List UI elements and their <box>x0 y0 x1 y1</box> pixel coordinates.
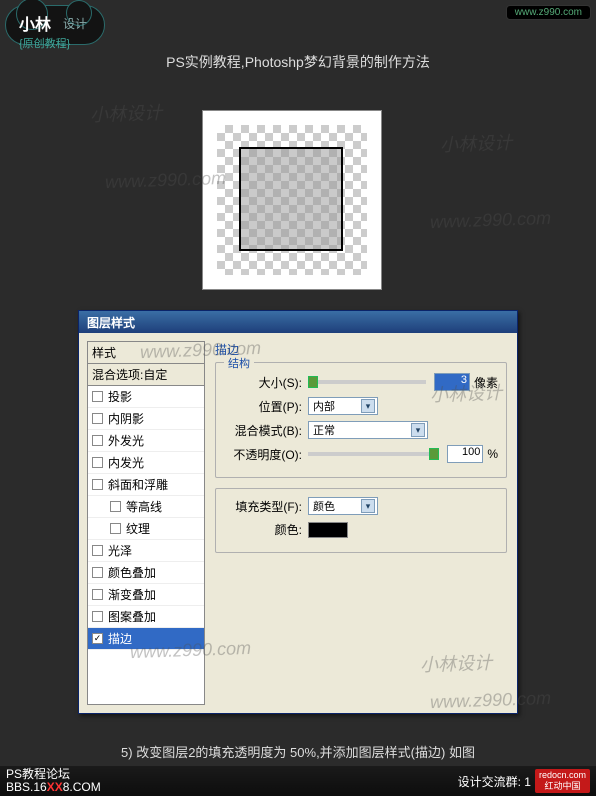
checkbox[interactable] <box>110 523 121 534</box>
blend-mode-label: 混合模式(B): <box>224 422 302 439</box>
style-row-渐变叠加[interactable]: 渐变叠加 <box>88 584 204 606</box>
position-label: 位置(P): <box>224 398 302 415</box>
site-url-badge[interactable]: www.z990.com <box>506 5 591 20</box>
style-row-颜色叠加[interactable]: 颜色叠加 <box>88 562 204 584</box>
chevron-down-icon[interactable]: ▾ <box>411 423 425 437</box>
dialog-titlebar[interactable]: 图层样式 <box>79 311 517 333</box>
style-label: 等高线 <box>126 498 162 515</box>
checkbox[interactable] <box>92 611 103 622</box>
style-label: 描边 <box>108 630 132 647</box>
stroke-settings: 描边 结构 大小(S): 3 像素 位置(P): 内部 ▾ 混合模 <box>205 333 517 713</box>
transparency-grid <box>217 125 367 275</box>
stroke-section-label: 描边 <box>215 341 507 358</box>
footer-bbs-url: BBS.16XX8.COM <box>6 781 101 794</box>
site-logo: 小林 设计 {原创教程} <box>5 5 125 55</box>
fill-type-label: 填充类型(F): <box>224 498 302 515</box>
style-label: 渐变叠加 <box>108 586 156 603</box>
checkbox[interactable] <box>92 545 103 556</box>
style-label: 投影 <box>108 388 132 405</box>
style-label: 图案叠加 <box>108 608 156 625</box>
checkbox[interactable] <box>110 501 121 512</box>
size-label: 大小(S): <box>224 374 302 391</box>
slider-thumb-icon[interactable] <box>429 448 439 460</box>
opacity-slider[interactable] <box>308 452 439 456</box>
checkbox[interactable] <box>92 435 103 446</box>
style-row-内阴影[interactable]: 内阴影 <box>88 408 204 430</box>
styles-header[interactable]: 样式 <box>88 342 204 364</box>
logo-sub: 设计 <box>63 15 87 32</box>
checkbox[interactable] <box>92 413 103 424</box>
style-row-描边[interactable]: ✓ 描边 <box>88 628 204 650</box>
checkbox[interactable] <box>92 567 103 578</box>
style-label: 斜面和浮雕 <box>108 476 168 493</box>
style-label: 内阴影 <box>108 410 144 427</box>
position-select[interactable]: 内部 ▾ <box>308 397 378 415</box>
checkbox[interactable]: ✓ <box>92 633 103 644</box>
styles-list: 样式 混合选项:自定 投影内阴影外发光内发光斜面和浮雕等高线纹理光泽颜色叠加渐变… <box>87 341 205 705</box>
structure-group: 结构 大小(S): 3 像素 位置(P): 内部 ▾ 混合模式(B): <box>215 362 507 478</box>
size-input[interactable]: 3 <box>434 373 470 391</box>
canvas-preview <box>202 110 382 290</box>
size-slider[interactable] <box>308 380 426 384</box>
footer-group: 设计交流群: 1 <box>458 773 531 790</box>
checkbox[interactable] <box>92 457 103 468</box>
blend-mode-select[interactable]: 正常 ▾ <box>308 421 428 439</box>
fill-group: 填充类型(F): 颜色 ▾ 颜色: <box>215 488 507 553</box>
checkbox[interactable] <box>92 589 103 600</box>
style-label: 纹理 <box>126 520 150 537</box>
style-label: 内发光 <box>108 454 144 471</box>
style-row-斜面和浮雕[interactable]: 斜面和浮雕 <box>88 474 204 496</box>
chevron-down-icon[interactable]: ▾ <box>361 499 375 513</box>
logo-subtitle: {原创教程} <box>19 35 70 51</box>
chevron-down-icon[interactable]: ▾ <box>361 399 375 413</box>
style-row-纹理[interactable]: 纹理 <box>88 518 204 540</box>
structure-legend: 结构 <box>224 355 254 371</box>
style-label: 外发光 <box>108 432 144 449</box>
opacity-input[interactable]: 100 <box>447 445 483 463</box>
redocn-badge: redocn.com 红动中国 <box>535 769 590 793</box>
opacity-label: 不透明度(O): <box>224 446 302 463</box>
checkbox[interactable] <box>92 479 103 490</box>
fill-type-select[interactable]: 颜色 ▾ <box>308 497 378 515</box>
style-row-投影[interactable]: 投影 <box>88 386 204 408</box>
style-row-内发光[interactable]: 内发光 <box>88 452 204 474</box>
slider-thumb-icon[interactable] <box>308 376 318 388</box>
style-row-等高线[interactable]: 等高线 <box>88 496 204 518</box>
logo-main: 小林 <box>19 11 51 35</box>
size-unit: 像素 <box>474 374 498 391</box>
checkbox[interactable] <box>92 391 103 402</box>
watermark: 小林设计 <box>90 99 163 127</box>
layer-style-dialog: 图层样式 样式 混合选项:自定 投影内阴影外发光内发光斜面和浮雕等高线纹理光泽颜… <box>78 310 518 714</box>
style-row-图案叠加[interactable]: 图案叠加 <box>88 606 204 628</box>
style-row-外发光[interactable]: 外发光 <box>88 430 204 452</box>
page-title: PS实例教程,Photoshp梦幻背景的制作方法 <box>0 52 596 72</box>
step-caption: 5) 改变图层2的填充透明度为 50%,并添加图层样式(描边) 如图 <box>0 742 596 761</box>
watermark: 小林设计 <box>440 129 513 157</box>
style-row-光泽[interactable]: 光泽 <box>88 540 204 562</box>
style-label: 光泽 <box>108 542 132 559</box>
style-label: 颜色叠加 <box>108 564 156 581</box>
blend-options-row[interactable]: 混合选项:自定 <box>88 364 204 386</box>
page-footer: PS教程论坛 BBS.16XX8.COM 设计交流群: 1 redocn.com… <box>0 766 596 796</box>
stroked-rectangle <box>239 147 343 251</box>
color-label: 颜色: <box>224 521 302 538</box>
opacity-unit: % <box>487 447 498 461</box>
watermark-url: www.z990.com <box>430 208 552 233</box>
color-swatch[interactable] <box>308 522 348 538</box>
